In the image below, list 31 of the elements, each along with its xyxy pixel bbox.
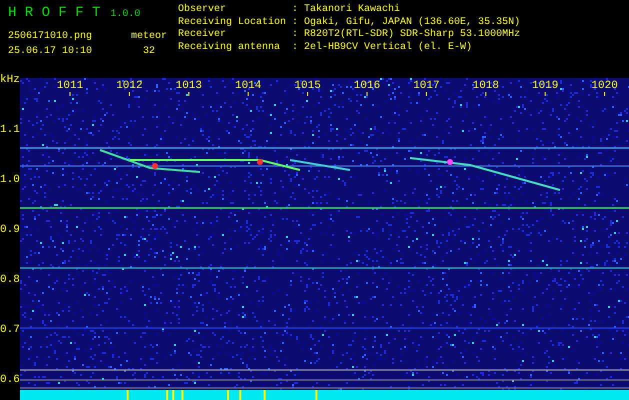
axis-unit: kHz <box>0 74 20 86</box>
meteor-count: 32 <box>142 46 156 56</box>
x-axis-label: 1019 <box>532 80 558 92</box>
x-axis-label: 1017 <box>413 80 440 92</box>
x-axis-label: 1018 <box>472 80 499 92</box>
x-axis-label: 1012 <box>116 80 143 92</box>
x-axis-label: 1013 <box>176 80 202 92</box>
info-label: Observer <box>178 4 228 16</box>
count-label: meteor <box>130 31 168 42</box>
x-axis-label: 1011 <box>56 80 84 92</box>
y-axis-label: 0.6 <box>0 374 20 386</box>
app-version: 1.0.0 <box>110 8 140 22</box>
info-label: Receiving Location <box>178 16 286 28</box>
y-axis-label: 1.0 <box>0 174 20 186</box>
y-axis-label: 1.1 <box>0 124 20 136</box>
y-axis-label: 0.7 <box>0 324 20 336</box>
app-title: H R O F F T <box>8 4 100 22</box>
date-time: 25.06.17 10:10 <box>8 46 94 56</box>
x-axis-label: 1016 <box>354 80 380 92</box>
x-axis-label: 1014 <box>234 80 262 92</box>
x-axis-label: 1020 <box>591 80 618 92</box>
y-axis-label: 0.9 <box>0 224 20 236</box>
info-label: Receiver <box>178 29 228 42</box>
info-value: : 2el-HB9CV Vertical (el. E-W) <box>292 42 474 54</box>
info-value: : Ogaki, Gifu, JAPAN (136.60E, 35.35N) <box>292 16 520 28</box>
info-label: Receiving antenna <box>178 42 282 54</box>
y-axis-label: 0.8 <box>0 274 20 286</box>
info-value: : R820T2(RTL-SDR) SDR-Sharp 53.1000MHz <box>292 29 520 42</box>
x-axis-label: 1015 <box>294 80 321 92</box>
file-name: 2506171010.png <box>8 31 94 42</box>
info-value: : Takanori Kawachi <box>292 4 402 16</box>
